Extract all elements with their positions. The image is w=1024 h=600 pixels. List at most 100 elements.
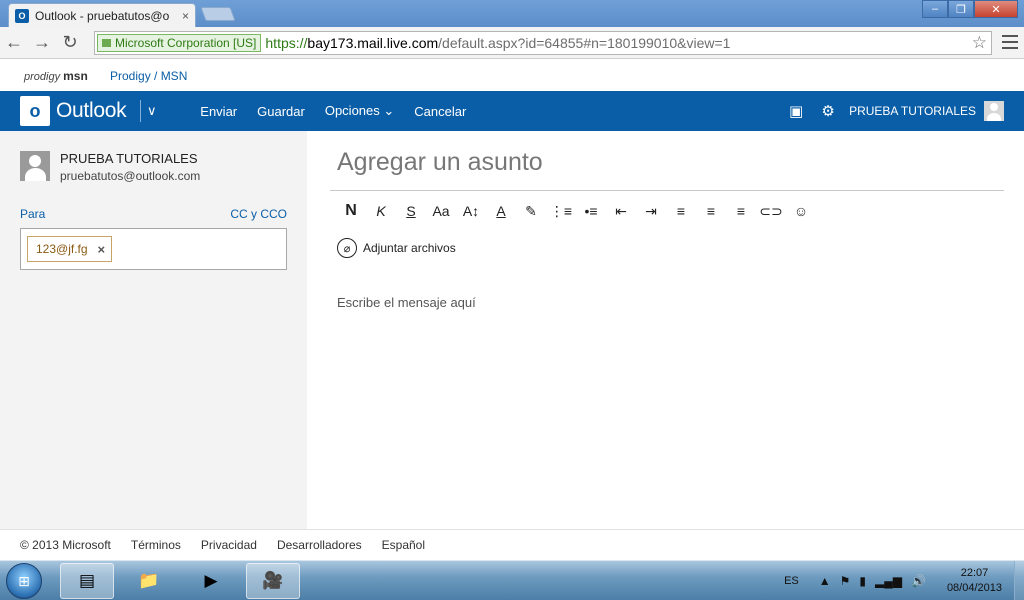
sender-avatar xyxy=(20,151,50,181)
to-field[interactable]: 123@jf.fg × xyxy=(20,228,287,270)
options-label: Opciones xyxy=(324,103,380,118)
language-link[interactable]: Español xyxy=(382,538,425,552)
align-center-icon[interactable]: ≡ xyxy=(696,201,726,221)
battery-icon[interactable]: ▮ xyxy=(859,574,866,588)
decrease-indent-icon[interactable]: ⇤ xyxy=(606,201,636,221)
url-scheme: https:// xyxy=(265,35,308,51)
avatar[interactable] xyxy=(984,101,1004,121)
user-name[interactable]: PRUEBA TUTORIALES xyxy=(849,104,976,118)
options-button[interactable]: Opciones ⌄ xyxy=(325,103,394,119)
outlook-header: o Outlook ∨ Enviar Guardar Opciones ⌄ Ca… xyxy=(0,91,1024,131)
highlight-icon[interactable]: ✎ xyxy=(516,201,546,221)
sender-info: PRUEBA TUTORIALES pruebatutos@outlook.co… xyxy=(20,151,200,183)
show-hidden-icons-icon[interactable]: ▲ xyxy=(819,574,831,588)
browser-toolbar: ← → ↻ Microsoft Corporation [US] https:/… xyxy=(0,27,1024,59)
align-right-icon[interactable]: ≡ xyxy=(726,201,756,221)
emoticon-icon[interactable]: ☺ xyxy=(786,201,816,221)
message-body[interactable]: Escribe el mensaje aquí xyxy=(337,295,476,310)
increase-indent-icon[interactable]: ⇥ xyxy=(636,201,666,221)
bookmark-star-icon[interactable]: ☆ xyxy=(972,33,987,53)
close-window-icon[interactable]: ✕ xyxy=(974,0,1018,18)
page-footer: © 2013 Microsoft Términos Privacidad Des… xyxy=(0,529,1024,560)
browser-tab[interactable]: O Outlook - pruebatutos@o × xyxy=(8,3,196,27)
sender-name: PRUEBA TUTORIALES xyxy=(60,151,198,166)
paperclip-icon: ⌀ xyxy=(337,238,357,258)
minimize-icon[interactable]: ‒ xyxy=(922,0,948,18)
developers-link[interactable]: Desarrolladores xyxy=(277,538,362,552)
bullet-list-icon[interactable]: •≡ xyxy=(576,201,606,221)
outlook-logo-icon: o xyxy=(20,96,50,126)
cancel-button[interactable]: Cancelar xyxy=(414,104,466,119)
reload-icon[interactable]: ↻ xyxy=(56,29,84,57)
tab-close-icon[interactable]: × xyxy=(182,9,189,23)
outlook-brand: Outlook xyxy=(56,99,127,122)
link-icon[interactable]: ⊂⊃ xyxy=(756,201,786,221)
send-button[interactable]: Enviar xyxy=(200,104,237,119)
taskbar-media-player-icon[interactable]: ▶ xyxy=(184,563,238,599)
msn-logo-text: msn xyxy=(63,68,88,83)
taskbar-app-window-icon[interactable]: ▤ xyxy=(60,563,114,599)
sender-email: pruebatutos@outlook.com xyxy=(60,169,201,183)
align-left-icon[interactable]: ≡ xyxy=(666,201,696,221)
grow-font-icon[interactable]: A↕ xyxy=(456,201,486,221)
prodigy-logo-prefix: prodigy xyxy=(24,70,61,83)
back-icon[interactable]: ← xyxy=(0,29,28,57)
clock-date: 08/04/2013 xyxy=(946,582,1002,594)
subject-divider xyxy=(330,190,1004,191)
clock[interactable]: 22:07 08/04/2013 xyxy=(947,566,1002,596)
taskbar-camera-icon[interactable]: 🎥 xyxy=(246,563,300,599)
chrome-menu-icon[interactable] xyxy=(1002,35,1018,49)
prodigy-msn-link[interactable]: Prodigy / MSN xyxy=(110,69,187,83)
messenger-icon[interactable]: ▣ xyxy=(787,102,805,120)
terms-link[interactable]: Términos xyxy=(131,538,181,552)
language-indicator[interactable]: ES xyxy=(784,575,799,587)
ev-certificate-badge[interactable]: Microsoft Corporation [US] xyxy=(97,34,262,52)
app-switcher-chevron-icon[interactable]: ∨ xyxy=(140,100,162,122)
lock-icon xyxy=(102,39,111,47)
windows-taskbar: ⊞ ▤ 📁 ▶ 🎥 ES ▲ ⚑ ▮ ▂▄▆ 🔊 22:07 08/04/201… xyxy=(0,560,1024,600)
ev-cert-label: Microsoft Corporation [US] xyxy=(115,36,257,50)
taskbar-folder-icon[interactable]: 📁 xyxy=(122,563,176,599)
header-right: ▣ ⚙ PRUEBA TUTORIALES xyxy=(773,91,1004,131)
prodigy-msn-logo[interactable]: prodigy msn xyxy=(24,69,94,83)
privacy-link[interactable]: Privacidad xyxy=(201,538,257,552)
forward-icon[interactable]: → xyxy=(28,29,56,57)
font-color-icon[interactable]: A xyxy=(486,201,516,221)
recipients-pane: PRUEBA TUTORIALES pruebatutos@outlook.co… xyxy=(0,131,307,529)
font-size-icon[interactable]: Aa xyxy=(426,201,456,221)
underline-icon[interactable]: S xyxy=(396,201,426,221)
attach-label: Adjuntar archivos xyxy=(363,241,456,255)
numbered-list-icon[interactable]: ⋮≡ xyxy=(546,201,576,221)
save-button[interactable]: Guardar xyxy=(257,104,305,119)
format-toolbar: N K S Aa A↕ A ✎ ⋮≡ •≡ ⇤ ⇥ ≡ ≡ ≡ ⊂⊃ ☺ xyxy=(336,201,816,221)
copyright: © 2013 Microsoft xyxy=(20,538,111,552)
window-controls: ‒ ❐ ✕ xyxy=(922,0,1018,18)
action-center-flag-icon[interactable]: ⚑ xyxy=(840,574,851,588)
outlook-logo[interactable]: o Outlook ∨ xyxy=(20,96,162,126)
address-bar[interactable]: Microsoft Corporation [US] https://bay17… xyxy=(94,31,992,55)
recipient-chip[interactable]: 123@jf.fg × xyxy=(27,236,113,262)
start-button[interactable]: ⊞ xyxy=(6,563,42,599)
recipient-address: 123@jf.fg xyxy=(36,242,88,256)
browser-tabstrip: O Outlook - pruebatutos@o × ‒ ❐ ✕ xyxy=(0,0,1024,27)
new-tab-button[interactable] xyxy=(200,7,236,21)
bold-icon[interactable]: N xyxy=(336,201,366,221)
outlook-favicon-icon: O xyxy=(15,8,29,23)
volume-icon[interactable]: 🔊 xyxy=(911,574,926,588)
system-tray: ES ▲ ⚑ ▮ ▂▄▆ 🔊 22:07 08/04/2013 xyxy=(784,561,1024,600)
cc-bcc-link[interactable]: CC y CCO xyxy=(230,207,287,221)
remove-recipient-icon[interactable]: × xyxy=(98,242,106,257)
options-chevron-icon: ⌄ xyxy=(383,103,395,118)
subject-input[interactable]: Agregar un asunto xyxy=(337,148,543,177)
show-desktop-button[interactable] xyxy=(1014,561,1024,600)
prodigy-bar: prodigy msn Prodigy / MSN xyxy=(0,60,1024,91)
italic-icon[interactable]: K xyxy=(366,201,396,221)
url-path: /default.aspx?id=64855#n=180199010&view=… xyxy=(438,35,731,51)
clock-time: 22:07 xyxy=(960,567,989,579)
gear-icon[interactable]: ⚙ xyxy=(819,102,837,120)
tab-title: Outlook - pruebatutos@o xyxy=(35,8,170,23)
network-signal-icon[interactable]: ▂▄▆ xyxy=(875,574,902,588)
to-label[interactable]: Para xyxy=(20,207,45,221)
maximize-icon[interactable]: ❐ xyxy=(948,0,974,18)
attach-files-button[interactable]: ⌀ Adjuntar archivos xyxy=(337,238,456,258)
